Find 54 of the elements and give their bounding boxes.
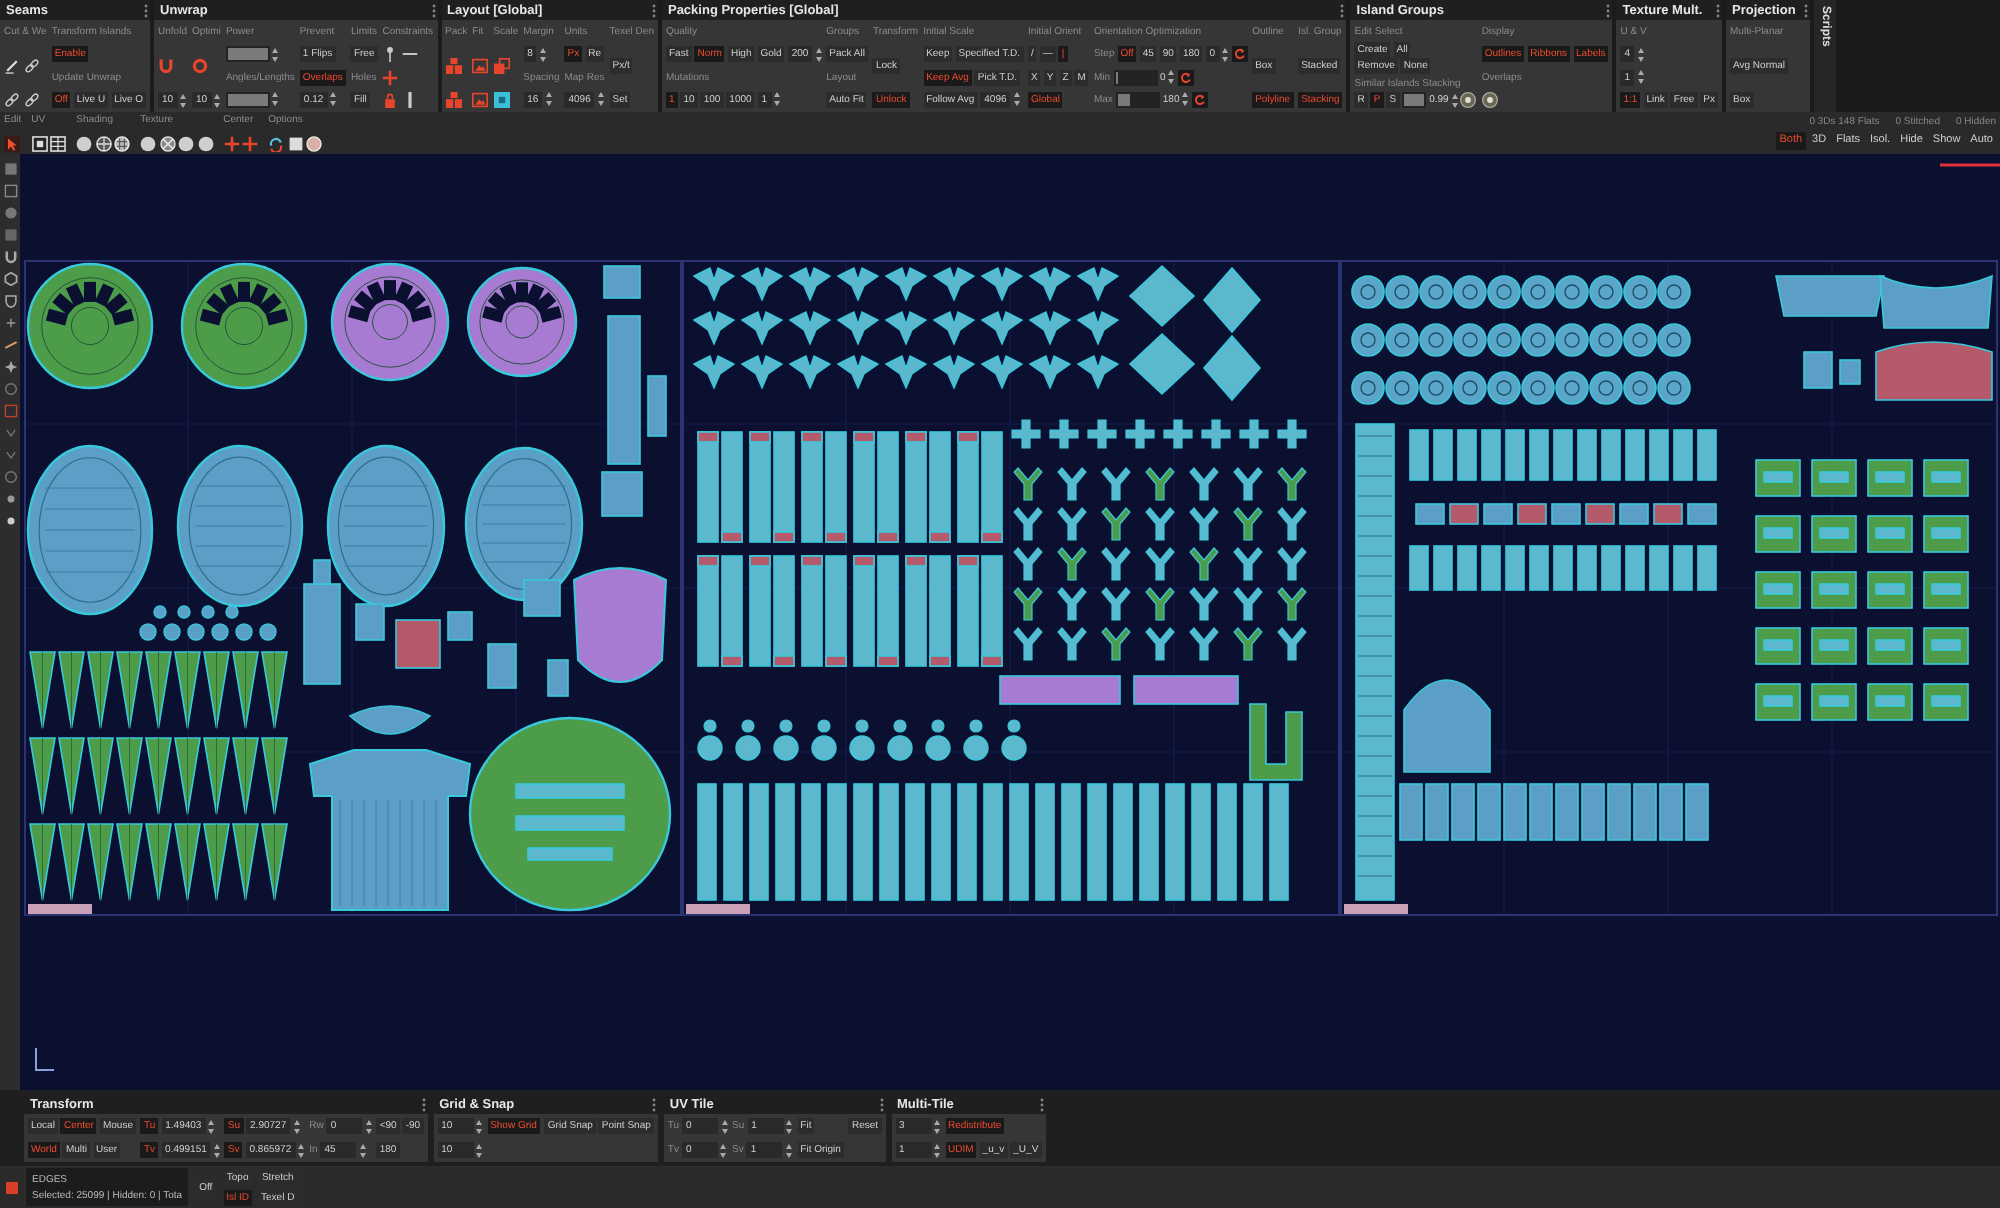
frame-icon[interactable]	[31, 136, 48, 152]
grip-icon[interactable]	[879, 1097, 884, 1111]
slider-track[interactable]	[1115, 91, 1160, 108]
ring-icon[interactable]	[191, 58, 208, 74]
horseshoe-icon[interactable]	[3, 250, 17, 264]
chain-icon[interactable]	[23, 58, 39, 74]
hexagon-icon[interactable]	[3, 272, 17, 286]
sphere-icon[interactable]	[76, 136, 93, 152]
picture-icon[interactable]	[472, 92, 489, 108]
slash-icon[interactable]	[3, 338, 17, 352]
crosshair-icon[interactable]	[223, 136, 240, 152]
grip-icon[interactable]	[421, 1097, 426, 1111]
swap-icon[interactable]	[268, 136, 285, 152]
overlapping-squares-icon[interactable]	[493, 58, 510, 74]
horseshoe-icon[interactable]	[158, 58, 175, 74]
circle-icon[interactable]	[3, 382, 17, 396]
globe-icon[interactable]	[95, 136, 112, 152]
dot-icon[interactable]	[3, 514, 17, 528]
grip-icon[interactable]	[431, 3, 436, 17]
plus-icon[interactable]	[3, 316, 17, 330]
grip-icon[interactable]	[651, 3, 656, 17]
axis-line-icon	[1940, 162, 2000, 168]
slider-track[interactable]	[1113, 69, 1157, 86]
undo-icon[interactable]	[1191, 91, 1208, 108]
grid-sphere-icon[interactable]	[114, 136, 131, 152]
grid-icon[interactable]	[50, 136, 67, 152]
checker-sphere-icon[interactable]	[159, 136, 176, 152]
picture-icon[interactable]	[472, 58, 489, 74]
grip-icon[interactable]	[1340, 3, 1345, 17]
shield-icon[interactable]	[3, 294, 17, 308]
cursor-icon[interactable]	[4, 136, 20, 152]
boxes-icon[interactable]	[445, 92, 462, 108]
square-icon[interactable]	[287, 136, 304, 152]
uv-viewport[interactable]	[20, 154, 2000, 1090]
sphere-icon[interactable]	[306, 136, 323, 152]
circle-icon[interactable]	[3, 206, 17, 220]
star-icon[interactable]	[3, 360, 17, 374]
pen-icon[interactable]	[4, 58, 20, 74]
grip-icon[interactable]	[1606, 3, 1611, 17]
crosshair-icon[interactable]	[242, 136, 259, 152]
grip-icon[interactable]	[1803, 3, 1808, 17]
pin-icon[interactable]	[382, 46, 399, 63]
circle-icon[interactable]	[3, 470, 17, 484]
undo-icon[interactable]	[1177, 69, 1194, 86]
undo-icon[interactable]	[1231, 46, 1248, 63]
sphere-icon[interactable]	[140, 136, 157, 152]
axis-gizmo-icon	[32, 1046, 56, 1074]
grip-icon[interactable]	[1039, 1097, 1044, 1111]
boxes-icon[interactable]	[445, 58, 462, 74]
dot-icon[interactable]	[3, 492, 17, 506]
grip-icon[interactable]	[651, 1097, 656, 1111]
grip-icon[interactable]	[144, 3, 149, 17]
grip-icon[interactable]	[1716, 3, 1721, 17]
cube-icon[interactable]	[493, 92, 510, 108]
